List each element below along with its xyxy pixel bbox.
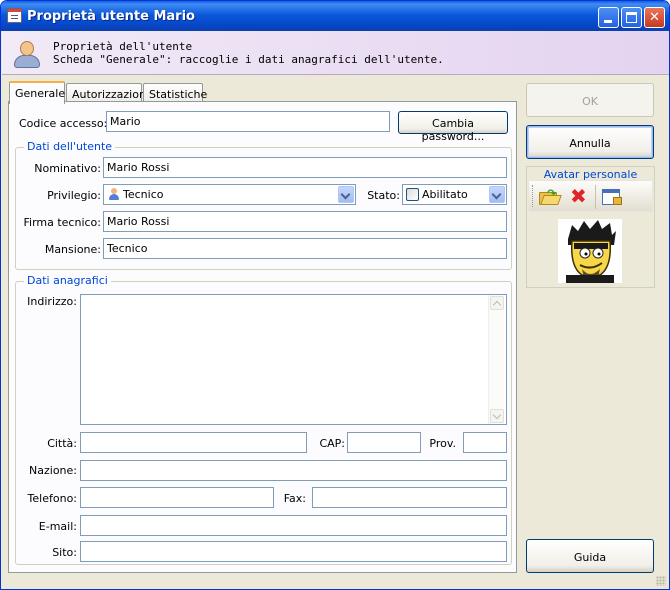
- prov-input[interactable]: [463, 432, 507, 453]
- citta-label: Città:: [47, 437, 77, 450]
- checkbox-icon: [406, 188, 419, 201]
- dati-utente-legend: Dati dell'utente: [24, 140, 116, 153]
- codice-accesso-input[interactable]: Mario: [106, 111, 390, 132]
- header-title: Proprietà dell'utente: [53, 40, 193, 53]
- delete-icon[interactable]: ✖: [569, 185, 591, 207]
- codice-accesso-label: Codice accesso:: [19, 117, 108, 130]
- minimize-button[interactable]: [598, 7, 619, 28]
- telefono-input[interactable]: [80, 487, 274, 508]
- properties-icon[interactable]: [601, 187, 623, 207]
- annulla-button[interactable]: Annulla: [526, 125, 654, 159]
- nazione-input[interactable]: [80, 460, 507, 481]
- privilegio-value: Tecnico: [123, 188, 164, 201]
- privilegio-label: Privilegio:: [47, 189, 101, 202]
- email-input[interactable]: [80, 515, 507, 536]
- sito-input[interactable]: [80, 541, 507, 562]
- cap-input[interactable]: [347, 432, 421, 453]
- dati-anagrafici-group: Dati anagrafici Indirizzo: Città: CAP: P…: [15, 274, 512, 565]
- dati-utente-group: Dati dell'utente Nominativo: Mario Rossi…: [15, 140, 512, 270]
- tab-generale[interactable]: Generale: [9, 81, 65, 104]
- ok-button[interactable]: OK: [526, 83, 654, 117]
- title-bar[interactable]: Proprietà utente Mario ✕: [1, 1, 669, 31]
- header-banner: Proprietà dell'utente Scheda "Generale":…: [2, 31, 669, 75]
- window-title: Proprietà utente Mario: [27, 9, 195, 24]
- user-icon: [12, 39, 42, 69]
- chevron-down-icon[interactable]: [489, 186, 505, 203]
- stato-value: Abilitato: [422, 188, 468, 201]
- avatar-toolbar: ↷ ✖: [528, 180, 653, 212]
- nazione-label: Nazione:: [29, 464, 77, 477]
- close-icon: ✕: [649, 10, 660, 25]
- citta-input[interactable]: [80, 432, 307, 453]
- resize-grip-icon[interactable]: [656, 576, 666, 586]
- nominativo-label: Nominativo:: [34, 162, 101, 175]
- avatar-panel: Avatar personale ↷ ✖: [526, 166, 655, 288]
- nominativo-input[interactable]: Mario Rossi: [103, 157, 507, 178]
- firma-tecnico-input[interactable]: Mario Rossi: [103, 211, 507, 232]
- stato-select[interactable]: Abilitato: [402, 184, 507, 205]
- window-app-icon: [7, 8, 22, 23]
- prov-label: Prov.: [429, 437, 456, 450]
- sito-label: Sito:: [52, 546, 77, 559]
- stato-label: Stato:: [367, 189, 400, 202]
- maximize-icon: [626, 12, 637, 23]
- dati-anagrafici-legend: Dati anagrafici: [24, 274, 111, 287]
- fax-input[interactable]: [312, 487, 507, 508]
- scroll-up-icon[interactable]: [490, 296, 504, 310]
- cambia-password-button[interactable]: Cambia password...: [398, 111, 508, 143]
- privilegio-select[interactable]: Tecnico: [103, 184, 356, 205]
- fax-label: Fax:: [283, 492, 306, 505]
- chevron-down-icon[interactable]: [338, 186, 354, 203]
- firma-tecnico-label: Firma tecnico:: [23, 216, 101, 229]
- scroll-down-icon[interactable]: [490, 409, 504, 423]
- properties-window: Proprietà utente Mario ✕ Proprietà dell'…: [0, 0, 670, 590]
- tab-panel-generale: Codice accesso: Mario Cambia password...…: [8, 101, 517, 573]
- open-folder-icon[interactable]: ↷: [538, 187, 562, 207]
- indirizzo-label: Indirizzo:: [27, 295, 77, 308]
- indirizzo-scrollbar[interactable]: [488, 295, 504, 424]
- user-role-icon: [108, 188, 120, 200]
- minimize-icon: [604, 20, 612, 23]
- header-description: Scheda "Generale": raccoglie i dati anag…: [53, 53, 444, 66]
- email-label: E-mail:: [38, 520, 77, 533]
- close-button[interactable]: ✕: [644, 7, 665, 28]
- maximize-button[interactable]: [621, 7, 642, 28]
- telefono-label: Telefono:: [27, 492, 77, 505]
- mansione-input[interactable]: Tecnico: [103, 238, 507, 259]
- guida-button[interactable]: Guida: [526, 539, 654, 573]
- indirizzo-textarea[interactable]: [80, 294, 507, 425]
- cap-label: CAP:: [319, 437, 345, 450]
- avatar-image: [558, 219, 622, 283]
- mansione-label: Mansione:: [44, 243, 101, 256]
